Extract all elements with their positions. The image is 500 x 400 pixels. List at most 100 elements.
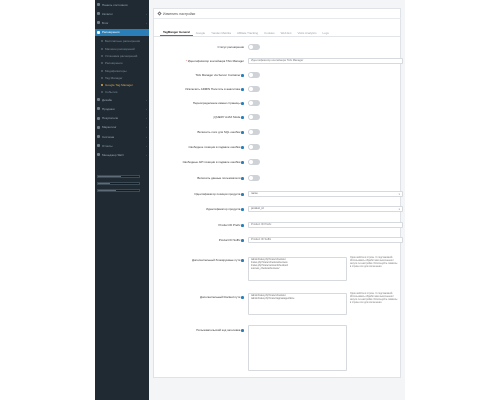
sidebar-subitem[interactable]: Модификаторы: [95, 67, 149, 74]
sidebar-item-label: Блог: [102, 20, 109, 25]
sidebar-item-label: Бесплатные расширения: [105, 39, 141, 44]
footer-label: Свободное позиции в подвале ошибки: [189, 145, 244, 149]
sidebar-item-label: Tag Manager: [105, 75, 123, 80]
tab-5[interactable]: Web Ext: [278, 31, 295, 37]
sidebar-subitem[interactable]: События: [95, 89, 149, 96]
tab-4[interactable]: Cookies: [261, 31, 277, 37]
sidebar-item[interactable]: Каталог ›: [95, 10, 149, 17]
product-id-value: name: [251, 192, 258, 195]
sidebar-progress-bar: [97, 175, 140, 178]
tab-3[interactable]: Affiliate Tracking: [234, 31, 261, 37]
sidebar-item[interactable]: Панель состояния: [95, 1, 149, 8]
panel-header: Изменить настройки: [154, 9, 401, 19]
info-icon: [241, 176, 244, 180]
top-strip: [149, 0, 405, 6]
sidebar-item[interactable]: Покупатели ›: [95, 115, 149, 122]
server-toggle[interactable]: [248, 72, 260, 78]
tab-bar: TagManger General Google Yandex Metrika Aff…: [154, 30, 401, 37]
app-frame: Панель состояния Каталог › Блог › Расширения ›…: [0, 0, 500, 400]
admin-toggle[interactable]: [248, 86, 260, 92]
row-prev-page: Переопределение имени страницы: [154, 99, 401, 107]
tab-7[interactable]: Logs: [320, 31, 332, 37]
sidebar-subitem[interactable]: Tag Manager: [95, 74, 149, 81]
main-area: Изменить настройки TagManger General Goog…: [149, 0, 405, 400]
info-icon: [241, 295, 244, 299]
server-label: TAG Manager via Server Container: [195, 73, 244, 77]
sidebar-item[interactable]: Маркетинг ›: [95, 124, 149, 131]
menu-icon: [97, 116, 100, 120]
sidebar-subitem[interactable]: Магазин расширений: [95, 45, 149, 52]
info-icon: [241, 223, 244, 227]
sidebar-item-label: Магазин расширений: [105, 46, 135, 51]
bullet-icon: [101, 69, 103, 72]
sidebar-item[interactable]: Система ›: [95, 133, 149, 140]
settings-panel: Изменить настройки TagManger General Goog…: [153, 8, 403, 378]
sidebar-item-label: Система: [102, 134, 115, 139]
sql-label: Включить логи для SQL ошибок: [198, 130, 244, 134]
sql-toggle[interactable]: [248, 129, 260, 135]
custom-code-textarea[interactable]: [248, 325, 347, 371]
sidebar-item-label: Google Tag Manager: [105, 83, 133, 88]
extra-label: Дополнительный блокируемые пути: [192, 258, 244, 262]
pro-label: Включить данные пользователя: [197, 176, 244, 180]
info-icon: [241, 87, 244, 91]
ajax-label: jQUERY AJAX Mode: [214, 115, 244, 119]
info-icon: [241, 160, 244, 164]
sidebar-item-label: Расширения: [105, 61, 123, 66]
container-label: * Идентификатор контейнера TAG Manager: [185, 59, 244, 63]
sidebar-subitem[interactable]: Google Tag Manager: [95, 82, 149, 89]
info-icon: [241, 73, 244, 77]
progress-fill: [98, 190, 117, 191]
custom-label: Пользовательский код заголовка: [196, 328, 244, 332]
status-toggle[interactable]: [248, 44, 260, 50]
sidebar-item[interactable]: Дизайн ›: [95, 96, 149, 103]
sidebar-item[interactable]: Продажи ›: [95, 105, 149, 112]
tab-2[interactable]: Yandex Metrika: [208, 31, 234, 37]
product-id-select[interactable]: name ▾: [248, 190, 403, 197]
suffix-input[interactable]: [248, 236, 403, 243]
tab-6[interactable]: Visits Analytics: [294, 31, 319, 37]
progress-fill: [98, 183, 111, 184]
sidebar-item[interactable]: Расширения ›: [95, 28, 149, 36]
suffix-label: Product ID Suffix: [219, 238, 244, 242]
row-suffix: Product ID Suffix: [154, 236, 403, 244]
info-icon: [241, 115, 244, 119]
info-icon: [241, 145, 244, 149]
bullet-icon: [101, 40, 103, 43]
extra2-help-text: Один шаблон в строке. С подстановкой. Ис…: [350, 293, 398, 304]
sidebar-subitem[interactable]: Расширения: [95, 60, 149, 67]
sidebar-item-label: Установка расширений: [105, 53, 138, 58]
sidebar-subitem[interactable]: Установка расширений: [95, 52, 149, 59]
bullet-icon: [101, 91, 103, 94]
prev-page-toggle[interactable]: [248, 100, 260, 106]
chevron-down-icon: ▾: [398, 192, 400, 196]
product-id2-select[interactable]: product_id ▾: [248, 205, 403, 212]
sidebar-item-label: Отчеты: [102, 143, 113, 148]
info-icon: [241, 192, 244, 196]
api-toggle[interactable]: [248, 159, 260, 165]
extra2-paths-textarea[interactable]: /admin/index.php?route=checkout /admin/i…: [248, 293, 347, 315]
sidebar-item-label: События: [105, 90, 118, 95]
sidebar-item[interactable]: Блог ›: [95, 19, 149, 26]
progress-fill: [98, 176, 121, 177]
sidebar-subitem[interactable]: Бесплатные расширения: [95, 38, 149, 45]
sidebar-progress-bar: [97, 182, 140, 185]
row-product-id2: Идентификатор продукта product_id ▾: [154, 205, 403, 213]
pro-toggle[interactable]: [248, 175, 260, 181]
extra-paths-textarea[interactable]: /admin/index.php?route=checkout /index.p…: [248, 257, 347, 281]
prefix-input[interactable]: [248, 221, 403, 228]
ajax-toggle[interactable]: [248, 114, 260, 120]
sidebar-progress-bar: [97, 189, 140, 192]
sidebar: Панель состояния Каталог › Блог › Расширения ›…: [95, 0, 149, 400]
sidebar-item-label: Менеджер SEO: [102, 152, 124, 157]
container-id-input[interactable]: [248, 57, 403, 64]
footer-toggle[interactable]: [248, 144, 260, 150]
status-label: Статус расширения: [217, 45, 244, 49]
sidebar-item[interactable]: Менеджер SEO ›: [95, 151, 149, 158]
sidebar-item[interactable]: Отчеты ›: [95, 142, 149, 149]
sidebar-item-label: Маркетинг: [102, 125, 117, 130]
bullet-icon: [101, 76, 103, 79]
sidebar-item-label: Покупатели: [102, 116, 119, 121]
tab-0[interactable]: TagManger General: [160, 30, 193, 36]
tab-1[interactable]: Google: [193, 31, 208, 37]
